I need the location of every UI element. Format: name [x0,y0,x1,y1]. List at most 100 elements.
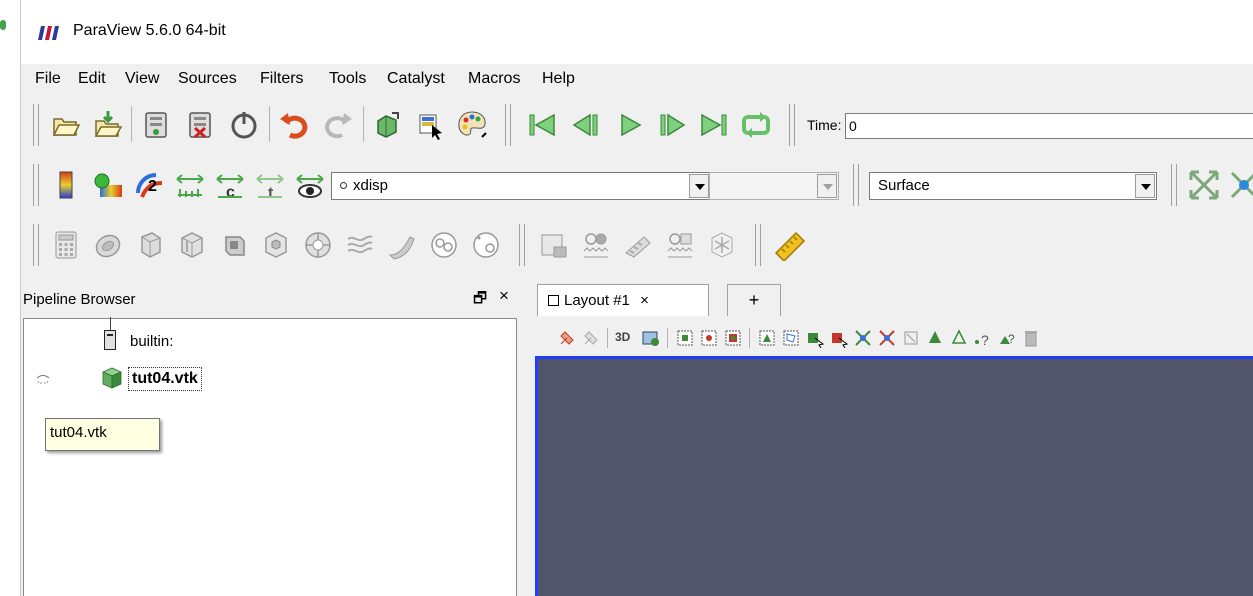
menu-file[interactable]: File [35,70,61,88]
close-panel-icon[interactable]: × [499,286,509,306]
warp-by-vector-icon[interactable] [385,228,419,262]
play-icon[interactable] [613,108,647,142]
extract-subset-icon[interactable] [259,228,293,262]
menu-macros[interactable]: Macros [468,70,520,88]
interact-selection-icon[interactable] [557,328,577,348]
float-panel-icon[interactable]: 🗗 [473,288,487,313]
save-data-icon[interactable] [91,108,125,142]
menu-help[interactable]: Help [542,70,575,88]
menu-catalyst[interactable]: Catalyst [387,70,445,88]
pipeline-tree[interactable]: builtin: tut04.vtk [23,317,517,596]
next-frame-icon[interactable] [655,108,689,142]
disconnect-server-icon[interactable] [183,108,217,142]
chevron-down-icon[interactable] [689,174,709,198]
probe-location-icon[interactable] [621,228,655,262]
reset-camera-icon[interactable] [1187,168,1221,202]
contour-icon[interactable] [91,228,125,262]
last-frame-icon[interactable] [697,108,731,142]
selection-icon[interactable] [413,108,447,142]
toggle-3d-button[interactable]: 3D [615,330,630,344]
color-palette-icon[interactable] [455,108,489,142]
zoom-to-data-icon[interactable] [1227,168,1253,202]
svg-text:2: 2 [148,178,157,195]
interactive-select-cells-icon[interactable] [805,328,825,348]
interactive-select-icon[interactable] [581,328,601,348]
chevron-down-icon[interactable] [1135,174,1155,198]
interactive-select-points-icon[interactable] [829,328,849,348]
ruler-icon[interactable] [773,228,807,262]
toolbar-grip[interactable] [853,164,859,206]
chevron-down-icon[interactable] [817,174,837,198]
menu-filters[interactable]: Filters [260,70,304,88]
toolbar-grip[interactable] [33,104,39,146]
slice-icon[interactable] [175,228,209,262]
previous-frame-icon[interactable] [569,108,603,142]
add-layout-tab[interactable]: + [727,284,781,316]
plot-over-line-icon[interactable] [579,228,613,262]
tab-layout-1[interactable]: Layout #1 × [537,284,709,316]
redo-icon[interactable] [321,108,355,142]
select-points-on-icon[interactable] [699,328,719,348]
select-points-through-icon[interactable] [757,328,777,348]
edit-color-map-icon[interactable] [91,168,125,202]
reset-range-icon[interactable]: 2 [133,168,167,202]
grow-selection-icon[interactable] [853,328,873,348]
color-array-select[interactable]: xdisp [331,172,711,200]
menu-edit[interactable]: Edit [78,70,106,88]
toolbar-grip[interactable] [1171,164,1177,206]
render-view-3d[interactable] [535,356,1253,596]
source-tut04-item[interactable]: tut04.vtk [128,367,202,391]
stream-tracer-icon[interactable] [343,228,377,262]
time-input[interactable]: 0 [845,113,1253,139]
query-icon[interactable]: ? [973,328,993,348]
rescale-over-time-icon[interactable]: t [253,168,287,202]
select-polygon-icon[interactable] [781,328,801,348]
select-cells-on-icon[interactable] [675,328,695,348]
toolbar-separator [269,106,270,142]
capture-screenshot-icon[interactable] [641,328,661,348]
server-builtin-item[interactable]: builtin: [130,333,173,350]
server-icon [104,330,116,350]
query-cells-icon[interactable]: ? [997,328,1017,348]
menu-tools[interactable]: Tools [329,70,366,88]
calculator-icon[interactable] [49,228,83,262]
close-tab-icon[interactable]: × [640,292,649,309]
compute-derivatives-icon[interactable] [705,228,739,262]
undo-icon[interactable] [277,108,311,142]
select-cells-through-icon[interactable] [723,328,743,348]
hover-points-icon[interactable] [925,328,945,348]
menu-sources[interactable]: Sources [178,70,237,88]
glyph-icon[interactable] [301,228,335,262]
first-frame-icon[interactable] [525,108,559,142]
representation-select[interactable]: Surface [869,172,1157,200]
toolbar-grip[interactable] [33,224,39,266]
component-select[interactable] [709,172,839,200]
clear-selection-icon[interactable] [901,328,921,348]
hover-cells-icon[interactable] [949,328,969,348]
reset-session-icon[interactable] [227,108,261,142]
rescale-visible-range-icon[interactable]: c [213,168,247,202]
toolbar-grip[interactable] [789,104,795,146]
group-datasets-icon[interactable] [427,228,461,262]
toolbar-grip[interactable] [755,224,761,266]
clip-icon[interactable] [133,228,167,262]
menu-view[interactable]: View [125,70,159,88]
loop-icon[interactable] [739,108,773,142]
extract-level-icon[interactable] [469,228,503,262]
toolbar-grip[interactable] [33,164,39,206]
plot-selection-over-time-icon[interactable] [663,228,697,262]
shrink-selection-icon[interactable] [877,328,897,348]
data-analysis-icon[interactable] [537,228,571,262]
rescale-custom-range-icon[interactable] [173,168,207,202]
toolbar-grip[interactable] [505,104,511,146]
connect-server-icon[interactable] [139,108,173,142]
toggle-color-legend-icon[interactable] [49,168,83,202]
rescale-visible-data-icon[interactable] [293,168,327,202]
visibility-eye-icon[interactable] [36,375,50,385]
open-file-icon[interactable] [49,108,83,142]
threshold-icon[interactable] [217,228,251,262]
toolbar-grip[interactable] [519,224,525,266]
paraview-window: ParaView 5.6.0 64-bit File Edit View Sou… [20,0,1253,596]
trash-icon[interactable] [1021,328,1041,348]
camera-undo-icon[interactable] [371,108,405,142]
